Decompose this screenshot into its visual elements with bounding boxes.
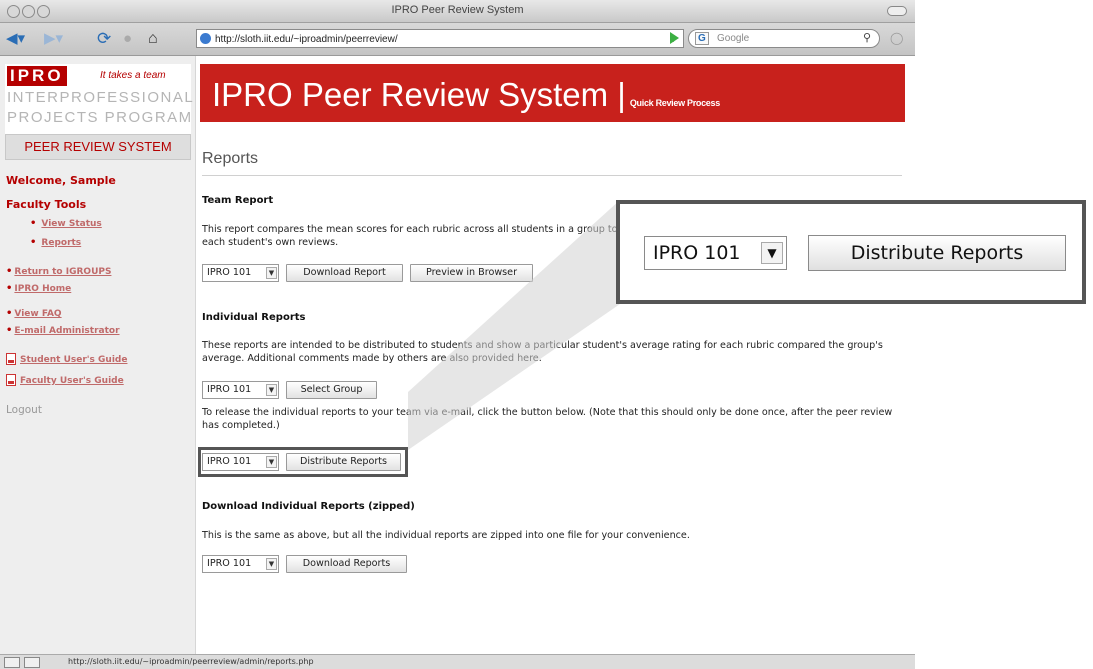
dropdown-arrow-icon: ▼: [266, 384, 277, 396]
globe-icon: [200, 33, 211, 44]
status-bar: http://sloth.iit.edu/~iproadmin/peerrevi…: [0, 654, 915, 669]
sidebar-item-view-faq[interactable]: • View FAQ: [6, 308, 62, 319]
welcome-text: Welcome, Sample: [6, 174, 116, 187]
sidebar-item-return-igroups[interactable]: • Return to IGROUPS: [6, 266, 111, 277]
back-arrow-icon[interactable]: ◀▾: [6, 30, 25, 48]
select-group-button[interactable]: Select Group: [286, 381, 377, 399]
header-subtitle: Quick Review Process: [629, 98, 720, 108]
logo-line-2: PROJECTS PROGRAM: [7, 109, 193, 126]
dropdown-arrow-icon: ▼: [761, 242, 783, 264]
logout-link[interactable]: Logout: [6, 404, 42, 416]
release-instructions-text: To release the individual reports to you…: [202, 407, 893, 431]
callout-distribute-button: Distribute Reports: [808, 235, 1066, 271]
main-content: IPRO Peer Review System | Quick Review Pr…: [196, 56, 915, 654]
google-badge-icon[interactable]: G: [695, 32, 709, 45]
zipped-reports-text: This is the same as above, but all the i…: [202, 530, 690, 541]
search-input[interactable]: G Google ⚲: [688, 29, 880, 48]
callout-select: IPRO 101 ▼: [644, 236, 787, 270]
reload-icon[interactable]: ⟳: [97, 30, 111, 48]
magnifier-icon[interactable]: ⚲: [863, 30, 871, 47]
sidebar-item-reports[interactable]: • Reports: [30, 237, 81, 248]
address-url: http://sloth.iit.edu/~iproadmin/peerrevi…: [215, 34, 398, 45]
divider: [202, 175, 902, 176]
dropdown-arrow-icon: ▼: [266, 558, 277, 570]
team-report-heading: Team Report: [202, 195, 274, 206]
stop-icon[interactable]: ●: [123, 30, 132, 48]
individual-reports-text: These reports are intended to be distrib…: [202, 340, 883, 364]
distribute-reports-button[interactable]: Distribute Reports: [286, 453, 401, 471]
address-bar[interactable]: http://sloth.iit.edu/~iproadmin/peerrevi…: [196, 29, 684, 48]
page-header: IPRO Peer Review System | Quick Review Pr…: [200, 64, 905, 122]
title-bar: IPRO Peer Review System: [0, 0, 915, 23]
download-reports-button[interactable]: Download Reports: [286, 555, 407, 573]
search-placeholder: Google: [717, 33, 750, 44]
dropdown-arrow-icon: ▼: [266, 456, 277, 468]
ipro-logo[interactable]: IPRO It takes a team INTERPROFESSIONAL P…: [5, 64, 195, 140]
logo-tagline: It takes a team: [100, 70, 166, 81]
zoom-callout: IPRO 101 ▼ Distribute Reports: [616, 200, 1086, 304]
status-window-icon[interactable]: [4, 657, 20, 668]
team-report-text: This report compares the mean scores for…: [202, 224, 618, 248]
browser-window: IPRO Peer Review System ◀▾ ▶▾ ⟳ ● ⌂ http…: [0, 0, 915, 669]
sidebar-item-faculty-guide[interactable]: Faculty User's Guide: [6, 374, 124, 386]
zipped-reports-heading: Download Individual Reports (zipped): [202, 501, 415, 512]
page-title: Reports: [202, 150, 259, 167]
bullet-icon: •: [30, 237, 37, 248]
toolbar-toggle-icon[interactable]: [887, 6, 907, 16]
peer-review-banner: PEER REVIEW SYSTEM: [5, 134, 191, 160]
logo-ipro-mark: IPRO: [7, 66, 67, 86]
status-tab-icon[interactable]: [24, 657, 40, 668]
sidebar-item-ipro-home[interactable]: • IPRO Home: [6, 283, 71, 294]
pdf-icon: [6, 374, 16, 386]
dropdown-arrow-icon: ▼: [266, 267, 277, 279]
individual-reports-heading: Individual Reports: [202, 312, 306, 323]
team-report-select[interactable]: IPRO 101 ▼: [202, 264, 279, 282]
zipped-select[interactable]: IPRO 101 ▼: [202, 555, 279, 573]
status-url: http://sloth.iit.edu/~iproadmin/peerrevi…: [68, 657, 314, 666]
download-report-button[interactable]: Download Report: [286, 264, 403, 282]
individual-reports-select[interactable]: IPRO 101 ▼: [202, 381, 279, 399]
sidebar: IPRO It takes a team INTERPROFESSIONAL P…: [0, 56, 196, 654]
logo-line-1: INTERPROFESSIONAL: [7, 89, 195, 106]
preview-in-browser-button[interactable]: Preview in Browser: [410, 264, 533, 282]
sidebar-item-student-guide[interactable]: Student User's Guide: [6, 353, 127, 365]
browser-toolbar: ◀▾ ▶▾ ⟳ ● ⌂ http://sloth.iit.edu/~iproad…: [0, 23, 915, 56]
distribute-select[interactable]: IPRO 101 ▼: [202, 453, 279, 471]
forward-arrow-icon[interactable]: ▶▾: [44, 30, 63, 48]
header-title: IPRO Peer Review System | Quick Review Pr…: [212, 76, 720, 113]
bullet-icon: •: [30, 218, 37, 229]
home-icon[interactable]: ⌂: [148, 30, 158, 48]
sidebar-item-view-status[interactable]: • View Status: [30, 218, 102, 229]
feed-icon[interactable]: ◯: [890, 31, 903, 45]
go-arrow-icon[interactable]: [670, 32, 679, 44]
pdf-icon: [6, 353, 16, 365]
window-title: IPRO Peer Review System: [391, 4, 524, 16]
faculty-tools-heading: Faculty Tools: [6, 198, 87, 211]
sidebar-item-email-admin[interactable]: • E-mail Administrator: [6, 325, 120, 336]
